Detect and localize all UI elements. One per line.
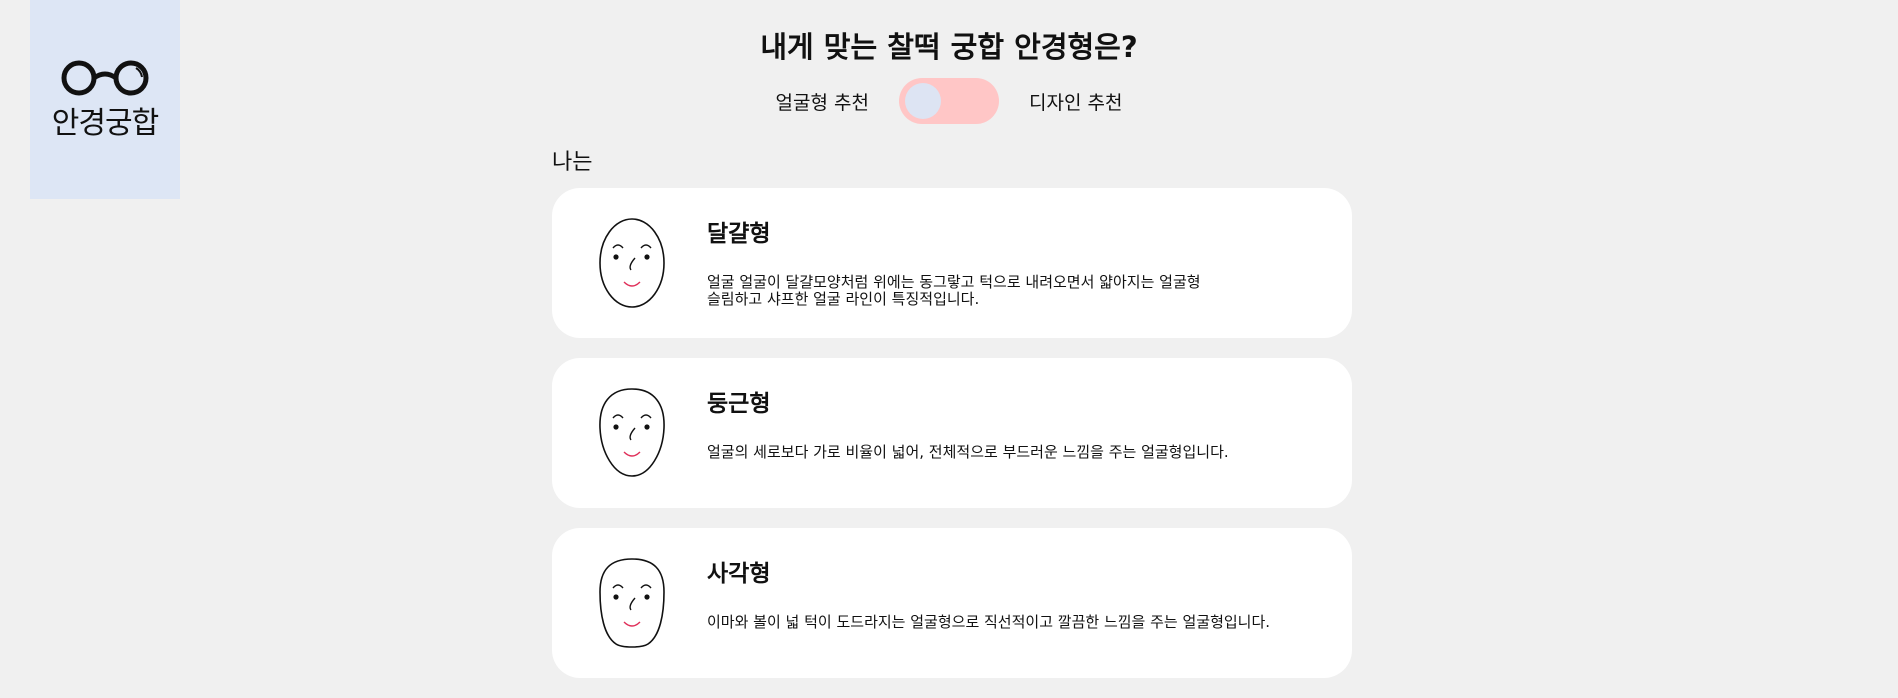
round-face-icon: [599, 388, 665, 477]
face-type-list: 달걀형 얼굴 얼굴이 달걀모양처럼 위에는 동그랗고 턱으로 내려오면서 얇아지…: [552, 188, 1352, 698]
face-type-description: 이마와 볼이 넓 턱이 도드라지는 얼굴형으로 직선적이고 깔끔한 느낌을 주는…: [707, 613, 1271, 631]
face-type-name: 둥근형: [707, 391, 771, 417]
face-type-description: 얼굴 얼굴이 달걀모양처럼 위에는 동그랗고 턱으로 내려오면서 얇아지는 얼굴…: [707, 273, 1201, 308]
face-type-name: 달걀형: [707, 221, 771, 247]
page-title: 내게 맞는 찰떡 궁합 안경형은?: [760, 30, 1138, 64]
square-face-icon: [599, 558, 665, 648]
face-type-name: 사각형: [707, 561, 771, 587]
toggle-knob[interactable]: [905, 83, 941, 119]
toggle-label-design[interactable]: 디자인 추천: [1029, 88, 1122, 115]
face-type-card-round[interactable]: 둥근형 얼굴의 세로보다 가로 비율이 넓어, 전체적으로 부드러운 느낌을 주…: [552, 358, 1352, 508]
face-type-card-oval[interactable]: 달걀형 얼굴 얼굴이 달걀모양처럼 위에는 동그랗고 턱으로 내려오면서 얇아지…: [552, 188, 1352, 338]
toggle-label-face[interactable]: 얼굴형 추천: [776, 88, 869, 115]
recommend-toggle[interactable]: [899, 78, 999, 124]
oval-face-icon: [599, 218, 665, 308]
face-type-card-square[interactable]: 사각형 이마와 볼이 넓 턱이 도드라지는 얼굴형으로 직선적이고 깔끔한 느낌…: [552, 528, 1352, 678]
face-type-description: 얼굴의 세로보다 가로 비율이 넓어, 전체적으로 부드러운 느낌을 주는 얼굴…: [707, 443, 1229, 461]
recommend-mode-switch: 얼굴형 추천 디자인 추천: [0, 78, 1898, 124]
section-label: 나는: [552, 150, 593, 175]
